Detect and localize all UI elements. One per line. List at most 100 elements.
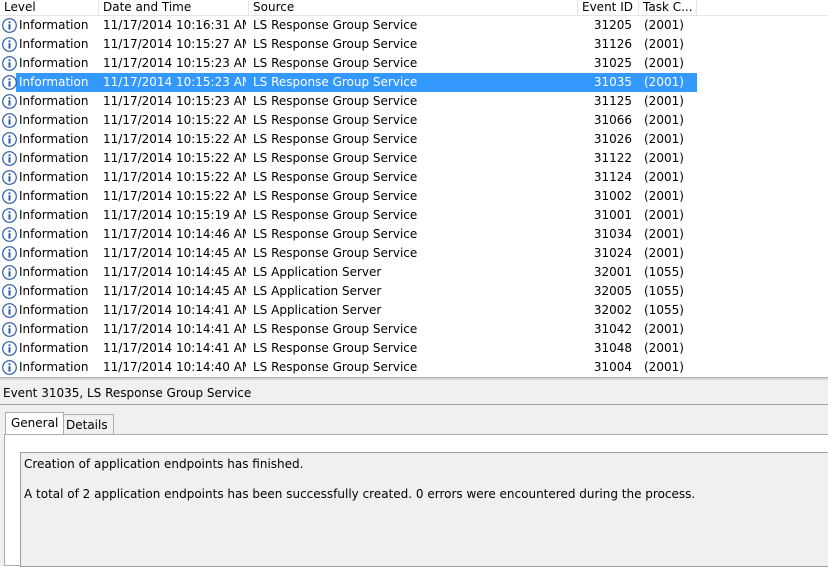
information-icon <box>2 284 17 299</box>
table-row[interactable]: Information 11/17/2014 10:14:40 AM LS Resp… <box>0 358 828 377</box>
information-icon <box>2 170 17 185</box>
cell-event-id: 31124 <box>593 170 632 184</box>
information-icon <box>2 56 17 71</box>
table-row[interactable]: Information 11/17/2014 10:14:41 AM LS Resp… <box>0 339 828 358</box>
tab-details[interactable]: Details <box>60 414 114 434</box>
cell-level: Information <box>19 75 89 89</box>
cell-task-category: (2001) <box>644 208 684 222</box>
cell-date-time: 11/17/2014 10:15:27 AM <box>103 37 246 51</box>
cell-date-time: 11/17/2014 10:14:40 AM <box>103 360 246 374</box>
table-row[interactable]: Information 11/17/2014 10:14:46 AM LS Resp… <box>0 225 828 244</box>
table-row[interactable]: Information 11/17/2014 10:15:23 AM LS Resp… <box>0 92 828 111</box>
cell-level: Information <box>19 132 89 146</box>
cell-date-time: 11/17/2014 10:14:45 AM <box>103 246 246 260</box>
cell-date-time: 11/17/2014 10:14:45 AM <box>103 265 246 279</box>
cell-task-category: (2001) <box>644 322 684 336</box>
cell-task-category: (1055) <box>644 284 684 298</box>
cell-task-category: (2001) <box>644 246 684 260</box>
table-row[interactable]: Information 11/17/2014 10:15:19 AM LS Resp… <box>0 206 828 225</box>
column-header-task-category[interactable]: Task C... <box>639 0 697 15</box>
cell-date-time: 11/17/2014 10:15:23 AM <box>103 75 246 89</box>
cell-task-category: (2001) <box>644 56 684 70</box>
cell-event-id: 31122 <box>593 151 632 165</box>
cell-level: Information <box>19 284 89 298</box>
cell-task-category: (2001) <box>644 170 684 184</box>
cell-event-id: 31126 <box>593 37 632 51</box>
column-header-source[interactable]: Source <box>249 0 578 15</box>
information-icon <box>2 246 17 261</box>
cell-task-category: (2001) <box>644 360 684 374</box>
event-rows: Information 11/17/2014 10:16:31 AM LS Resp… <box>0 16 828 377</box>
cell-event-id: 31001 <box>593 208 632 222</box>
cell-task-category: (1055) <box>644 265 684 279</box>
cell-level: Information <box>19 208 89 222</box>
table-row[interactable]: Information 11/17/2014 10:15:22 AM LS Resp… <box>0 111 828 130</box>
cell-date-time: 11/17/2014 10:14:46 AM <box>103 227 246 241</box>
table-row[interactable]: Information 11/17/2014 10:15:22 AM LS Resp… <box>0 130 828 149</box>
table-row[interactable]: Information 11/17/2014 10:15:22 AM LS Resp… <box>0 187 828 206</box>
cell-task-category: (2001) <box>644 151 684 165</box>
cell-level: Information <box>19 227 89 241</box>
cell-event-id: 31002 <box>593 189 632 203</box>
cell-date-time: 11/17/2014 10:14:41 AM <box>103 322 246 336</box>
information-icon <box>2 37 17 52</box>
general-tab-panel: Creation of application endpoints has fi… <box>4 434 828 567</box>
table-row[interactable]: Information 11/17/2014 10:15:27 AM LS Resp… <box>0 35 828 54</box>
cell-event-id: 31024 <box>593 246 632 260</box>
description-line-2: A total of 2 application endpoints has b… <box>24 487 696 501</box>
cell-task-category: (1055) <box>644 303 684 317</box>
cell-source: LS Response Group Service <box>253 94 418 108</box>
cell-source: LS Response Group Service <box>253 227 418 241</box>
table-row[interactable]: Information 11/17/2014 10:14:41 AM LS Resp… <box>0 320 828 339</box>
table-row-selected[interactable]: Information 11/17/2014 10:15:23 AM LS Resp… <box>0 73 828 92</box>
cell-source: LS Response Group Service <box>253 170 418 184</box>
cell-level: Information <box>19 303 89 317</box>
cell-date-time: 11/17/2014 10:15:19 AM <box>103 208 246 222</box>
cell-event-id: 31026 <box>593 132 632 146</box>
column-header-event-id[interactable]: Event ID <box>578 0 639 15</box>
cell-event-id: 32002 <box>593 303 632 317</box>
cell-level: Information <box>19 151 89 165</box>
cell-task-category: (2001) <box>644 75 684 89</box>
column-header-level[interactable]: Level <box>0 0 99 15</box>
cell-source: LS Response Group Service <box>253 322 418 336</box>
cell-event-id: 31004 <box>593 360 632 374</box>
cell-event-id: 31066 <box>593 113 632 127</box>
table-row[interactable]: Information 11/17/2014 10:14:41 AM LS Appl… <box>0 301 828 320</box>
information-icon <box>2 265 17 280</box>
event-description[interactable]: Creation of application endpoints has fi… <box>20 452 828 567</box>
table-row[interactable]: Information 11/17/2014 10:14:45 AM LS Appl… <box>0 263 828 282</box>
cell-level: Information <box>19 170 89 184</box>
information-icon <box>2 360 17 375</box>
cell-event-id: 31042 <box>593 322 632 336</box>
cell-source: LS Response Group Service <box>253 75 418 89</box>
information-icon <box>2 18 17 33</box>
cell-level: Information <box>19 322 89 336</box>
cell-event-id: 31035 <box>593 75 632 89</box>
cell-source: LS Application Server <box>253 303 382 317</box>
table-row[interactable]: Information 11/17/2014 10:15:23 AM LS Resp… <box>0 54 828 73</box>
cell-event-id: 31025 <box>593 56 632 70</box>
table-row[interactable]: Information 11/17/2014 10:16:31 AM LS Resp… <box>0 16 828 35</box>
cell-task-category: (2001) <box>644 37 684 51</box>
tab-general[interactable]: General <box>5 412 65 435</box>
cell-level: Information <box>19 113 89 127</box>
cell-date-time: 11/17/2014 10:15:22 AM <box>103 113 246 127</box>
cell-task-category: (2001) <box>644 113 684 127</box>
information-icon <box>2 208 17 223</box>
information-icon <box>2 189 17 204</box>
table-row[interactable]: Information 11/17/2014 10:14:45 AM LS Resp… <box>0 244 828 263</box>
cell-task-category: (2001) <box>644 18 684 32</box>
events-list: Level Date and Time Source Event ID Task… <box>0 0 828 377</box>
table-row[interactable]: Information 11/17/2014 10:14:45 AM LS Appl… <box>0 282 828 301</box>
event-detail-pane: Event 31035, LS Response Group Service D… <box>0 380 828 567</box>
table-row[interactable]: Information 11/17/2014 10:15:22 AM LS Resp… <box>0 149 828 168</box>
cell-source: LS Response Group Service <box>253 37 418 51</box>
column-header-date-time[interactable]: Date and Time <box>99 0 249 15</box>
cell-event-id: 31205 <box>593 18 632 32</box>
table-row[interactable]: Information 11/17/2014 10:15:22 AM LS Resp… <box>0 168 828 187</box>
cell-level: Information <box>19 56 89 70</box>
cell-level: Information <box>19 18 89 32</box>
cell-date-time: 11/17/2014 10:15:22 AM <box>103 151 246 165</box>
cell-date-time: 11/17/2014 10:14:41 AM <box>103 303 246 317</box>
